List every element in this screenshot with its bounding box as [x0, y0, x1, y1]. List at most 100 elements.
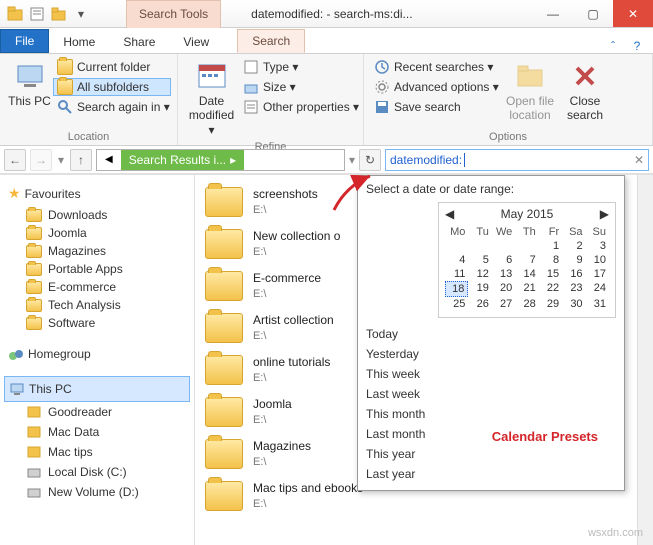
calendar-day[interactable]: 31: [586, 297, 609, 311]
sidebar-item[interactable]: Portable Apps: [4, 260, 190, 278]
sidebar-item[interactable]: Goodreader: [4, 402, 190, 422]
calendar-day[interactable]: 14: [515, 267, 538, 281]
homegroup-header[interactable]: Homegroup: [4, 342, 190, 366]
breadcrumb[interactable]: ◀ Search Results i... ▸: [96, 149, 345, 171]
maximize-button[interactable]: ▢: [573, 0, 613, 27]
calendar-day[interactable]: 17: [586, 267, 609, 281]
sidebar-item[interactable]: Mac Data: [4, 422, 190, 442]
refresh-button[interactable]: ↻: [359, 149, 381, 171]
tab-file[interactable]: File: [0, 29, 49, 53]
sidebar-item[interactable]: Magazines: [4, 242, 190, 260]
calendar-day[interactable]: 15: [539, 267, 562, 281]
save-search-button[interactable]: Save search: [370, 98, 500, 116]
current-folder-button[interactable]: Current folder: [53, 58, 171, 76]
favourites-label: Favourites: [25, 187, 81, 201]
file-path: E:\: [253, 329, 334, 343]
calendar-day[interactable]: 20: [492, 281, 515, 297]
calendar-day[interactable]: 27: [492, 297, 515, 311]
search-input[interactable]: datemodified: ✕: [385, 149, 649, 171]
back-button[interactable]: ←: [4, 149, 26, 171]
folder-icon: [205, 271, 243, 301]
calendar-day[interactable]: 9: [562, 253, 585, 267]
crumb-search-results[interactable]: Search Results i... ▸: [121, 150, 244, 170]
collapse-ribbon-button[interactable]: ˆ: [605, 39, 629, 53]
sidebar-item[interactable]: Local Disk (C:): [4, 462, 190, 482]
date-modified-button[interactable]: Date modified ▾: [184, 58, 239, 139]
date-preset[interactable]: Last month: [366, 426, 616, 442]
type-button[interactable]: Type ▾: [239, 58, 357, 76]
properties-icon[interactable]: [28, 5, 46, 23]
all-subfolders-button[interactable]: All subfolders: [53, 78, 171, 96]
calendar-day[interactable]: 4: [445, 253, 468, 267]
sidebar-item[interactable]: New Volume (D:): [4, 482, 190, 502]
tab-search[interactable]: Search: [237, 29, 305, 53]
calendar-day[interactable]: 10: [586, 253, 609, 267]
calendar-day[interactable]: 23: [562, 281, 585, 297]
calendar-day[interactable]: 5: [468, 253, 491, 267]
help-button[interactable]: ?: [629, 39, 653, 53]
calendar-day[interactable]: 16: [562, 267, 585, 281]
sidebar-item[interactable]: Downloads: [4, 206, 190, 224]
calendar-day[interactable]: 24: [586, 281, 609, 297]
close-search-button[interactable]: Close search: [560, 58, 610, 125]
crumb-root[interactable]: ◀: [97, 150, 121, 170]
up-button[interactable]: ↑: [70, 149, 92, 171]
sidebar-item[interactable]: E-commerce: [4, 278, 190, 296]
tab-home[interactable]: Home: [49, 31, 109, 53]
minimize-button[interactable]: —: [533, 0, 573, 27]
calendar-day[interactable]: 6: [492, 253, 515, 267]
new-folder-icon[interactable]: [50, 5, 68, 23]
sidebar-item[interactable]: Mac tips: [4, 442, 190, 462]
next-month-button[interactable]: ▶: [600, 207, 609, 221]
calendar-day[interactable]: 13: [492, 267, 515, 281]
history-dropdown[interactable]: ▾: [56, 153, 66, 167]
this-pc-header[interactable]: This PC: [4, 376, 190, 402]
calendar-day[interactable]: 29: [539, 297, 562, 311]
advanced-options-button[interactable]: Advanced options ▾: [370, 78, 500, 96]
calendar-day: [492, 239, 515, 253]
clear-search-button[interactable]: ✕: [634, 153, 644, 167]
date-preset[interactable]: This year: [366, 446, 616, 462]
sidebar-item[interactable]: Software: [4, 314, 190, 332]
calendar-day[interactable]: 19: [468, 281, 491, 297]
calendar-day[interactable]: 8: [539, 253, 562, 267]
prev-month-button[interactable]: ◀: [445, 207, 454, 221]
calendar-day[interactable]: 18: [445, 281, 468, 297]
address-dropdown[interactable]: ▾: [349, 153, 355, 167]
tab-view[interactable]: View: [169, 31, 223, 53]
open-file-location-button[interactable]: Open file location: [500, 58, 560, 125]
calendar-day[interactable]: 7: [515, 253, 538, 267]
calendar-day[interactable]: 26: [468, 297, 491, 311]
date-preset[interactable]: Today: [366, 326, 616, 342]
calendar-day[interactable]: 3: [586, 239, 609, 253]
this-pc-button[interactable]: This PC: [6, 58, 53, 110]
calendar-month[interactable]: May 2015: [501, 207, 554, 221]
favourites-header[interactable]: ★ Favourites: [4, 181, 190, 206]
sidebar-item[interactable]: Joomla: [4, 224, 190, 242]
calendar-day[interactable]: 11: [445, 267, 468, 281]
size-button[interactable]: Size ▾: [239, 78, 357, 96]
date-preset[interactable]: This week: [366, 366, 616, 382]
other-properties-button[interactable]: Other properties ▾: [239, 98, 357, 116]
search-again-button[interactable]: Search again in ▾: [53, 98, 171, 116]
calendar-day[interactable]: 2: [562, 239, 585, 253]
calendar-day[interactable]: 30: [562, 297, 585, 311]
calendar-day[interactable]: 21: [515, 281, 538, 297]
close-button[interactable]: ✕: [613, 0, 653, 27]
date-preset[interactable]: Last year: [366, 466, 616, 482]
calendar-day[interactable]: 12: [468, 267, 491, 281]
recent-searches-button[interactable]: Recent searches ▾: [370, 58, 500, 76]
calendar-day[interactable]: 28: [515, 297, 538, 311]
forward-button[interactable]: →: [30, 149, 52, 171]
date-preset[interactable]: Yesterday: [366, 346, 616, 362]
qat-dropdown-icon[interactable]: ▾: [72, 5, 90, 23]
calendar-day[interactable]: 1: [539, 239, 562, 253]
sidebar-item[interactable]: Tech Analysis: [4, 296, 190, 314]
scrollbar[interactable]: [637, 175, 653, 545]
date-preset[interactable]: This month: [366, 406, 616, 422]
date-preset[interactable]: Last week: [366, 386, 616, 402]
calendar-day[interactable]: 22: [539, 281, 562, 297]
calendar-day[interactable]: 25: [445, 297, 468, 311]
tab-share[interactable]: Share: [109, 31, 169, 53]
calendar[interactable]: ◀ May 2015 ▶ MoTuWeThFrSaSu1234567891011…: [438, 202, 616, 318]
